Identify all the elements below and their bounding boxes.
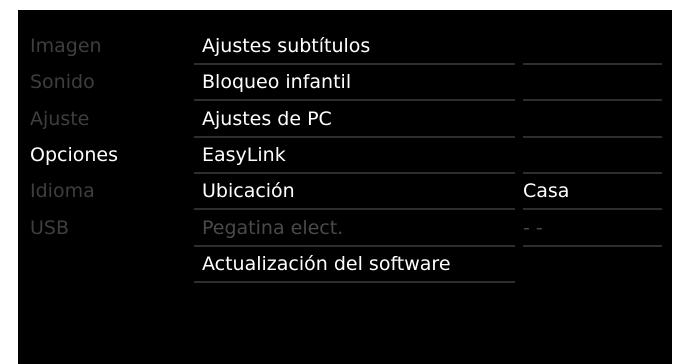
category-ajuste[interactable]: Ajuste <box>30 101 89 137</box>
separator <box>523 63 662 65</box>
category-usb[interactable]: USB <box>30 210 69 246</box>
option-actualizacion-software[interactable]: Actualización del software <box>202 246 451 282</box>
category-opciones[interactable]: Opciones <box>30 137 118 173</box>
option-bloqueo-infantil[interactable]: Bloqueo infantil <box>202 64 351 100</box>
option-ajustes-pc[interactable]: Ajustes de PC <box>202 101 332 137</box>
category-idioma[interactable]: Idioma <box>30 173 95 209</box>
category-sonido[interactable]: Sonido <box>30 64 95 100</box>
options-menu-panel: Imagen Sonido Ajuste Opciones Idioma USB… <box>18 10 672 364</box>
option-easylink[interactable]: EasyLink <box>202 137 286 173</box>
category-imagen[interactable]: Imagen <box>30 28 102 64</box>
option-pegatina-elect: Pegatina elect. <box>202 217 344 239</box>
separator <box>523 245 662 247</box>
option-ubicacion-value: Casa <box>523 180 570 202</box>
option-ajustes-subtitulos[interactable]: Ajustes subtítulos <box>202 28 370 64</box>
separator <box>523 136 662 138</box>
option-pegatina-elect-value: - - <box>523 217 543 239</box>
separator <box>523 99 662 101</box>
option-ubicacion[interactable]: Ubicación <box>202 173 295 209</box>
